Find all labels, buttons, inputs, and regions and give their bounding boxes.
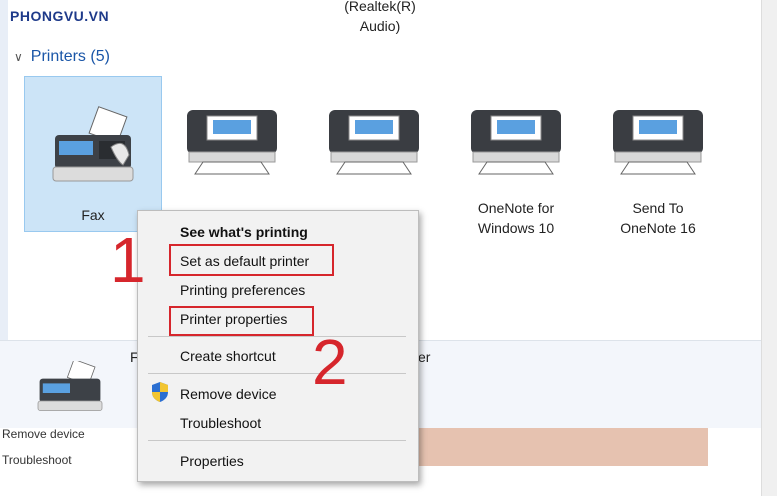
device-label: OneNote for Windows 10 [477,200,555,236]
printers-section-header[interactable]: ∨ Printers (5) [14,48,110,66]
highlight-box-default-printer [169,244,334,276]
fax-icon [52,106,134,182]
device-send-to-onenote-16[interactable]: Send To OneNote 16 [590,96,726,238]
menu-see-whats-printing[interactable]: See what's printing [180,224,308,240]
step-number-1: 1 [110,224,146,296]
details-model: er [418,349,431,365]
fax-icon [37,361,103,411]
device-label: Send To OneNote 16 [620,200,696,236]
audio-device-label: (Realtek(R) Audio) [344,0,416,34]
background-highlight [408,428,708,466]
device-fax[interactable]: Fax [24,76,162,232]
chevron-down-icon: ∨ [14,50,23,64]
scrollbar[interactable] [761,0,777,496]
shield-icon [152,382,168,402]
watermark-logo: PHONGVU.VN [10,8,110,24]
menu-remove-device[interactable]: Remove device [180,386,277,402]
device-microsoft-print-to-pdf[interactable] [164,96,300,176]
device-microsoft-xps-document-writer[interactable] [306,96,442,176]
menu-create-shortcut[interactable]: Create shortcut [180,348,276,364]
printer-icon [187,110,277,175]
menu-separator [148,336,406,337]
printer-icon [329,110,419,175]
menu-troubleshoot[interactable]: Troubleshoot [180,415,261,431]
section-title: Printers (5) [30,48,110,65]
step-number-2: 2 [312,326,348,398]
printer-icon [613,110,703,175]
background-remove-device: Remove device [2,427,85,441]
menu-separator [148,440,406,441]
background-troubleshoot: Troubleshoot [2,453,72,467]
menu-properties[interactable]: Properties [180,453,244,469]
menu-separator [148,373,406,374]
device-onenote-windows-10[interactable]: OneNote for Windows 10 [448,96,584,238]
menu-printing-preferences[interactable]: Printing preferences [180,282,305,298]
highlight-box-printer-properties [169,306,314,336]
printer-icon [471,110,561,175]
